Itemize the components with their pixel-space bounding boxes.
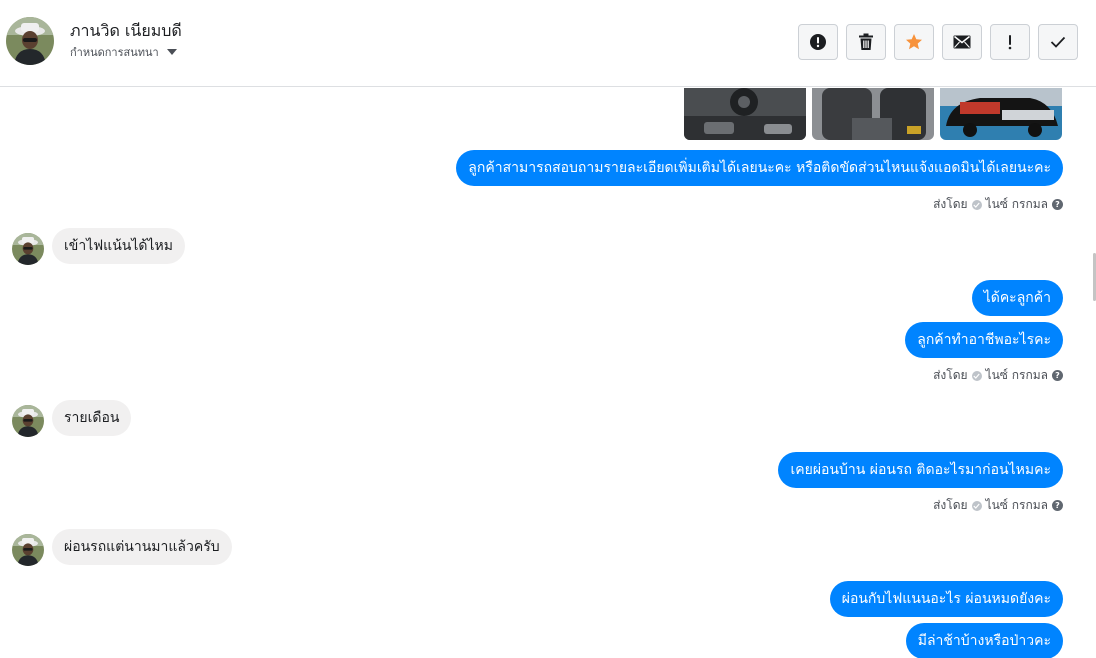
sent-by-agent: ไนซ์ กรกมล [985, 498, 1048, 512]
help-icon[interactable]: ? [1052, 500, 1063, 511]
sent-by-agent: ไนซ์ กรกมล [985, 368, 1048, 382]
outgoing-message[interactable]: ได้คะลูกค้า [971, 280, 1063, 316]
verified-check-icon [971, 500, 982, 511]
verified-check-icon [971, 199, 982, 210]
photo-attachments [684, 88, 1062, 140]
sent-by-agent: ไนซ์ กรกมล [985, 197, 1048, 211]
car-exterior-photo[interactable] [940, 88, 1062, 140]
user-avatar-icon [12, 233, 44, 265]
envelope-icon [953, 35, 971, 49]
outgoing-message[interactable]: ลูกค้าสามารถสอบถามรายละเอียดเพิ่มเติมได้… [456, 150, 1063, 186]
assign-conversation-dropdown[interactable]: กำหนดการสนทนา [70, 43, 177, 61]
help-icon[interactable]: ? [1052, 370, 1063, 381]
contact-avatar[interactable] [6, 17, 54, 65]
sent-by-info: ส่งโดย ไนซ์ กรกมล ? [933, 195, 1063, 214]
sent-by-label: ส่งโดย [933, 197, 968, 211]
outgoing-message[interactable]: ผ่อนกับไฟแนนอะไร ผ่อนหมดยังคะ [829, 581, 1063, 617]
incoming-message[interactable]: เข้าไฟแน้นได้ไหม [52, 228, 185, 264]
star-button[interactable] [894, 24, 934, 60]
message-text: ได้คะลูกค้า [983, 290, 1051, 306]
car-seats-photo[interactable] [812, 88, 934, 140]
alert-circle-icon [810, 34, 826, 50]
message-text: มีล่าช้าบ้างหรือป่าวคะ [917, 633, 1051, 649]
sent-by-label: ส่งโดย [933, 498, 968, 512]
message-thread[interactable]: ลูกค้าสามารถสอบถามรายละเอียดเพิ่มเติมได้… [0, 88, 1096, 658]
mark-done-button[interactable] [1038, 24, 1078, 60]
delete-button[interactable] [846, 24, 886, 60]
contact-mini-avatar[interactable] [12, 534, 44, 566]
car-interior-photo[interactable] [684, 88, 806, 140]
verified-check-icon [971, 370, 982, 381]
report-spam-button[interactable] [798, 24, 838, 60]
message-text: ลูกค้าทำอาชีพอะไรคะ [917, 332, 1051, 348]
star-icon [906, 34, 922, 50]
outgoing-message[interactable]: เคยผ่อนบ้าน ผ่อนรถ ติดอะไรมาก่อนไหมคะ [778, 452, 1063, 488]
message-text: ผ่อนกับไฟแนนอะไร ผ่อนหมดยังคะ [841, 591, 1051, 607]
user-avatar-icon [12, 534, 44, 566]
help-icon[interactable]: ? [1052, 199, 1063, 210]
caret-down-icon [166, 49, 177, 55]
conversation-header: ภานวิด เนียมบดี กำหนดการสนทนา [0, 0, 1096, 87]
mark-important-button[interactable] [990, 24, 1030, 60]
mark-unread-button[interactable] [942, 24, 982, 60]
contact-mini-avatar[interactable] [12, 405, 44, 437]
trash-icon [859, 33, 873, 50]
user-avatar-icon [12, 405, 44, 437]
message-text: รายเดือน [64, 410, 120, 426]
user-avatar-icon [6, 17, 54, 65]
contact-mini-avatar[interactable] [12, 233, 44, 265]
exclamation-icon [1008, 35, 1012, 50]
sent-by-info: ส่งโดย ไนซ์ กรกมล ? [933, 496, 1063, 515]
sent-by-info: ส่งโดย ไนซ์ กรกมล ? [933, 366, 1063, 385]
outgoing-message[interactable]: มีล่าช้าบ้างหรือป่าวคะ [905, 623, 1063, 658]
incoming-message[interactable]: ผ่อนรถแต่นานมาแล้วครับ [52, 529, 232, 565]
message-text: เข้าไฟแน้นได้ไหม [64, 238, 173, 254]
message-text: ลูกค้าสามารถสอบถามรายละเอียดเพิ่มเติมได้… [468, 160, 1051, 176]
message-text: ผ่อนรถแต่นานมาแล้วครับ [64, 539, 220, 555]
check-icon [1050, 36, 1066, 48]
contact-name: ภานวิด เนียมบดี [70, 21, 182, 40]
sent-by-label: ส่งโดย [933, 368, 968, 382]
assign-conversation-label: กำหนดการสนทนา [70, 46, 159, 59]
incoming-message[interactable]: รายเดือน [52, 400, 132, 436]
conversation-actions [798, 24, 1078, 60]
outgoing-message[interactable]: ลูกค้าทำอาชีพอะไรคะ [905, 322, 1063, 358]
message-text: เคยผ่อนบ้าน ผ่อนรถ ติดอะไรมาก่อนไหมคะ [790, 462, 1051, 478]
